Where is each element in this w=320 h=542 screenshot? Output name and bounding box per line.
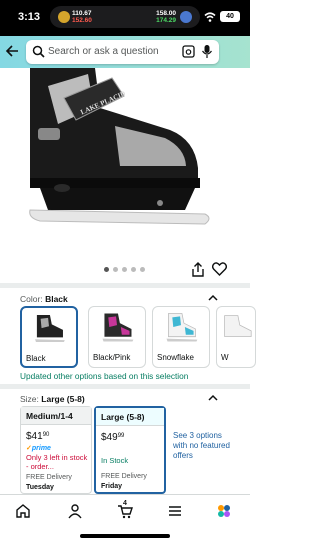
color-label: Color: Black bbox=[20, 294, 68, 304]
selected-color-value: Black bbox=[45, 294, 68, 304]
search-input[interactable]: Search or ask a question bbox=[26, 40, 219, 64]
price-whole: $41 bbox=[26, 431, 43, 442]
back-arrow-icon[interactable] bbox=[5, 44, 19, 58]
menu-icon[interactable] bbox=[167, 503, 183, 519]
price-fraction: 99 bbox=[117, 433, 125, 439]
chevron-up-icon[interactable] bbox=[208, 394, 218, 401]
product-image[interactable]: LAKE PLACID bbox=[0, 68, 250, 268]
color-swatch-black[interactable]: Black bbox=[20, 306, 78, 368]
color-swatch-more[interactable]: W bbox=[216, 306, 256, 368]
wifi-icon bbox=[204, 12, 216, 22]
size-option-large[interactable]: Large (5-8) $4999 In Stock FREE Delivery… bbox=[94, 406, 166, 494]
color-swatch-label: Black bbox=[26, 354, 46, 363]
ticker-left-price: 110.67 bbox=[72, 10, 92, 17]
selection-update-note: Updated other options based on this sele… bbox=[20, 371, 189, 381]
carousel-dot[interactable] bbox=[122, 267, 127, 272]
size-option-medium[interactable]: Medium/1-4 $4190 ✓prime Only 3 left in s… bbox=[20, 406, 92, 494]
price-whole: $49 bbox=[101, 432, 118, 443]
team-logo-icon bbox=[180, 11, 192, 23]
delivery-day: Tuesday bbox=[26, 484, 54, 491]
chevron-up-icon[interactable] bbox=[208, 294, 218, 301]
stock-ticker: 110.67 152.60 158.00 174.29 bbox=[50, 6, 200, 28]
carousel-dot[interactable] bbox=[113, 267, 118, 272]
heart-icon[interactable] bbox=[212, 262, 227, 276]
search-placeholder: Search or ask a question bbox=[48, 46, 159, 57]
carousel-dot[interactable] bbox=[104, 267, 109, 272]
ticker-left-change: 152.60 bbox=[72, 17, 92, 24]
carousel-dot[interactable] bbox=[131, 267, 136, 272]
size-label-text: Size: bbox=[20, 394, 39, 404]
stock-status: In Stock bbox=[101, 456, 129, 465]
delivery-label: FREE Delivery bbox=[26, 474, 72, 481]
share-icon[interactable] bbox=[191, 262, 205, 277]
camera-scan-icon[interactable] bbox=[182, 45, 195, 58]
account-icon[interactable] bbox=[67, 503, 83, 519]
cart-count-badge: 4 bbox=[123, 500, 127, 507]
product-image-gallery[interactable]: LAKE PLACID bbox=[0, 68, 250, 280]
section-divider bbox=[0, 384, 250, 389]
status-time: 3:13 bbox=[18, 11, 41, 23]
search-icon bbox=[32, 45, 45, 58]
carousel-dot[interactable] bbox=[140, 267, 145, 272]
skate-thumbnail bbox=[166, 313, 198, 342]
microphone-icon[interactable] bbox=[201, 44, 213, 59]
color-swatch-label: Snowflake bbox=[157, 353, 194, 362]
price-fraction: 90 bbox=[42, 432, 50, 438]
size-option-price: $4999 bbox=[101, 432, 124, 443]
delivery-day: Friday bbox=[101, 483, 123, 490]
size-option-title: Large (5-8) bbox=[96, 408, 164, 426]
rufus-assistant-icon[interactable] bbox=[216, 503, 232, 519]
color-label-text: Color: bbox=[20, 294, 43, 304]
skate-thumbnail bbox=[35, 315, 65, 343]
skate-thumbnail bbox=[224, 315, 252, 337]
delivery-label: FREE Delivery bbox=[101, 473, 147, 480]
home-indicator bbox=[80, 534, 170, 538]
trophy-icon bbox=[58, 11, 70, 23]
see-more-options-link[interactable]: See 3 options with no featured offers bbox=[173, 431, 233, 461]
size-label: Size: Large (5-8) bbox=[20, 394, 85, 404]
stock-status: Only 3 left in stock - order... bbox=[26, 453, 88, 471]
color-swatch-label: Black/Pink bbox=[93, 353, 131, 362]
size-option-price: $4190 bbox=[26, 431, 49, 442]
color-swatch-label: W bbox=[221, 353, 229, 362]
search-header: Search or ask a question bbox=[0, 36, 250, 68]
prime-label: prime bbox=[31, 445, 51, 452]
delivery-info: FREE Delivery Friday bbox=[101, 472, 147, 492]
skate-thumbnail bbox=[102, 313, 134, 342]
selected-size-value: Large (5-8) bbox=[41, 394, 85, 404]
ticker-right-change: 174.29 bbox=[156, 17, 176, 24]
size-option-title: Medium/1-4 bbox=[21, 407, 91, 425]
color-swatch-snowflake[interactable]: Snowflake bbox=[152, 306, 210, 368]
color-swatch-black-pink[interactable]: Black/Pink bbox=[88, 306, 146, 368]
prime-badge: ✓prime bbox=[26, 445, 51, 452]
delivery-info: FREE Delivery Tuesday bbox=[26, 473, 72, 493]
image-carousel-dots[interactable] bbox=[104, 267, 146, 273]
status-bar: 3:13 110.67 152.60 158.00 174.29 40 bbox=[0, 0, 250, 36]
section-divider bbox=[0, 283, 250, 288]
ticker-right-price: 158.00 bbox=[156, 10, 176, 17]
home-icon[interactable] bbox=[15, 503, 31, 519]
battery-indicator: 40 bbox=[220, 11, 240, 22]
